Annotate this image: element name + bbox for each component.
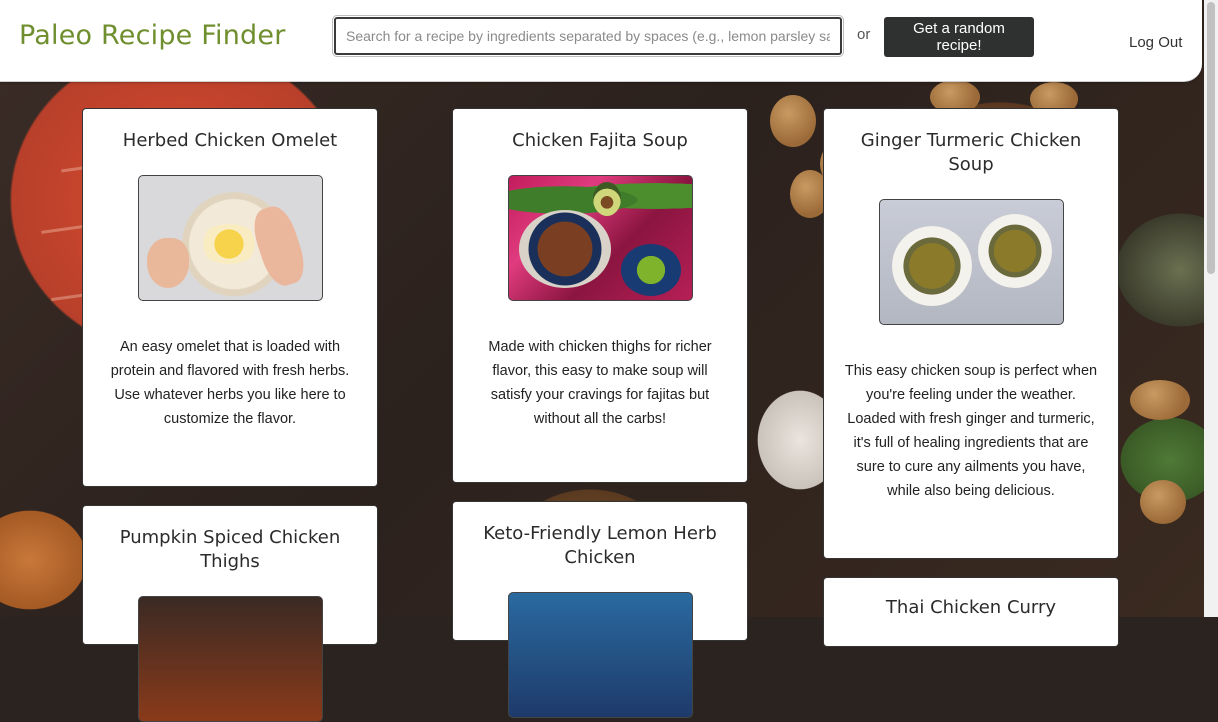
recipe-title[interactable]: Keto-Friendly Lemon Herb Chicken xyxy=(469,522,731,570)
recipe-image[interactable] xyxy=(137,596,323,722)
recipe-title[interactable]: Herbed Chicken Omelet xyxy=(99,129,361,153)
recipe-card[interactable]: Chicken Fajita Soup Made with chicken th… xyxy=(452,108,748,483)
random-recipe-button[interactable]: Get a random recipe! xyxy=(884,17,1034,57)
logout-link[interactable]: Log Out xyxy=(1129,34,1182,51)
page-scrollbar[interactable] xyxy=(1204,0,1218,617)
recipe-image[interactable] xyxy=(878,199,1064,325)
or-separator-text: or xyxy=(857,26,871,43)
ingredient-search-input[interactable] xyxy=(332,15,844,57)
recipe-card[interactable]: Herbed Chicken Omelet An easy omelet tha… xyxy=(82,108,378,487)
recipe-title[interactable]: Thai Chicken Curry xyxy=(840,596,1102,620)
recipe-title[interactable]: Ginger Turmeric Chicken Soup xyxy=(840,129,1102,177)
recipe-card[interactable]: Thai Chicken Curry xyxy=(823,577,1119,647)
recipe-image[interactable] xyxy=(507,592,693,718)
recipe-card[interactable]: Keto-Friendly Lemon Herb Chicken xyxy=(452,501,748,718)
recipe-description: This easy chicken soup is perfect when y… xyxy=(844,363,1098,499)
recipe-description: Made with chicken thighs for richer flav… xyxy=(488,339,712,427)
recipe-description: An easy omelet that is loaded with prote… xyxy=(110,339,350,427)
scrollbar-thumb[interactable] xyxy=(1207,2,1215,274)
recipe-card[interactable]: Pumpkin Spiced Chicken Thighs xyxy=(82,505,378,722)
recipe-image[interactable] xyxy=(507,175,693,301)
site-logo[interactable]: Paleo Recipe Finder xyxy=(19,20,286,51)
recipe-card[interactable]: Ginger Turmeric Chicken Soup This easy c… xyxy=(823,108,1119,559)
recipe-title[interactable]: Chicken Fajita Soup xyxy=(469,129,731,153)
top-header: Paleo Recipe Finder or Get a random reci… xyxy=(0,0,1202,82)
recipe-image[interactable] xyxy=(137,175,323,301)
recipe-title[interactable]: Pumpkin Spiced Chicken Thighs xyxy=(99,526,361,574)
